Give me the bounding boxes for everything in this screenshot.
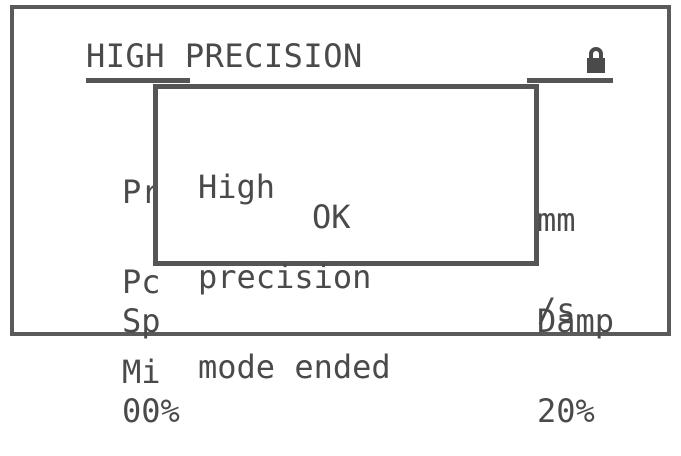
mode-ended-dialog: High precision mode ended OK [153, 84, 539, 383]
lock-underline [527, 78, 613, 83]
speed-readout: Sp 00% [122, 246, 180, 456]
dialog-line-1: High [198, 168, 276, 206]
dialog-line-2: precision [198, 258, 372, 296]
title-underline [86, 78, 190, 83]
speed-label: Sp [122, 302, 161, 340]
damp-readout: Damp 20% [537, 246, 614, 456]
page-title: HIGH PRECISION [86, 37, 363, 75]
ok-button[interactable]: OK [312, 201, 351, 233]
dialog-line-3: mode ended [198, 348, 391, 386]
speed-value: 00% [122, 392, 180, 430]
lock-icon [587, 47, 605, 73]
damp-value: 20% [537, 392, 595, 430]
dialog-message: High precision mode ended [198, 112, 391, 442]
bg-unit-1: mm [537, 201, 576, 239]
damp-label: Damp [537, 302, 615, 340]
